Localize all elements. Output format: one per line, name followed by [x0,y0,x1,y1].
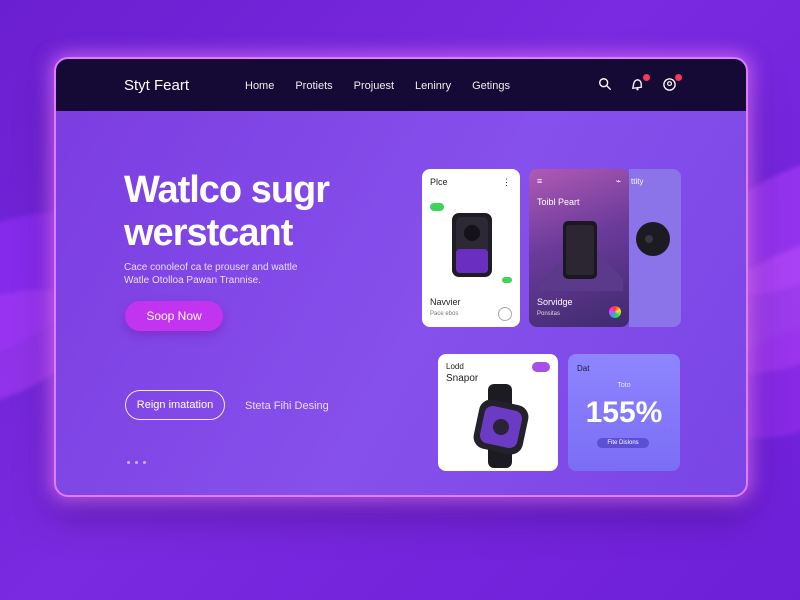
toggle-switch[interactable] [532,362,550,372]
stat-button[interactable]: Fite Dislons [597,438,649,448]
smartwatch-image [473,384,529,468]
secondary-outline-button[interactable]: Reign imatation [125,390,225,420]
more-icon[interactable]: ⋮ [502,177,511,188]
product-sub: Ponsitas [537,311,561,317]
shop-now-button[interactable]: Soop Now [125,301,223,331]
brand-logo[interactable]: Styt Feart [124,77,189,94]
status-toggle[interactable] [502,277,512,283]
nav-item-settings[interactable]: Getings [472,80,510,92]
stat-value: 155% [585,396,663,429]
product-card-watch[interactable]: Lodd Snapor [438,354,558,471]
status-toggle[interactable] [430,203,444,211]
app-window: Styt Feart Home Protiets Projuest Leninr… [54,57,748,497]
notification-badge [675,74,682,81]
user-icon[interactable] [662,74,682,93]
product-card-phone[interactable]: ≡ ⌁ Toibl Peart Sorvidge Ponsitas [529,169,629,327]
earbud-image [636,222,670,256]
speaker-image [452,213,492,277]
nav-icons [598,74,682,93]
search-icon[interactable] [598,77,614,93]
card-title: Toibl Peart [537,197,580,207]
hero-title-line2: werstcant [124,212,293,254]
nav-item-learning[interactable]: Leninry [415,80,451,92]
notification-badge [643,74,650,81]
card-title: ttity [631,177,644,186]
nav-item-projects[interactable]: Projuest [354,80,394,92]
hero-subtitle: Cace conoleof ca te prouser and wattle W… [124,261,354,287]
color-picker-icon[interactable] [609,306,621,318]
info-icon[interactable] [498,307,512,321]
nav-item-home[interactable]: Home [245,80,274,92]
nav-menu: Home Protiets Projuest Leninry Getings [245,80,510,92]
phone-image [537,221,623,291]
top-navbar: Styt Feart Home Protiets Projuest Leninr… [56,59,746,111]
hero-subtitle-line2: Watle Otolloa Pawan Trannise. [124,275,261,286]
card-title: Plce [430,177,448,187]
card-title: Dat [577,364,590,373]
carousel-dots[interactable] [127,461,146,464]
product-name: Navvier [430,297,461,307]
card-title-line2: Snapor [446,373,479,384]
menu-icon[interactable]: ≡ [537,176,542,186]
product-name: Sorvidge [537,297,573,307]
stat-label: Toto [617,382,631,389]
hero-title: Watlco sugr werstcant [124,169,404,255]
bell-icon[interactable] [630,74,650,93]
hero-title-line1: Watlco sugr [124,169,330,211]
stat-card[interactable]: Dat Toto 155% Fite Dislons [568,354,680,471]
product-card-speaker[interactable]: Plce ⋮ Navvier Pace ebos [422,169,520,327]
secondary-link[interactable]: Steta Fihi Desing [245,400,329,412]
product-card-earbuds[interactable]: ttity [629,169,681,327]
product-sub: Pace ebos [430,311,459,317]
share-icon[interactable]: ⌁ [616,176,621,187]
card-title-line1: Lodd [446,362,464,371]
nav-item-products[interactable]: Protiets [295,80,332,92]
hero-subtitle-line1: Cace conoleof ca te prouser and wattle [124,262,298,273]
